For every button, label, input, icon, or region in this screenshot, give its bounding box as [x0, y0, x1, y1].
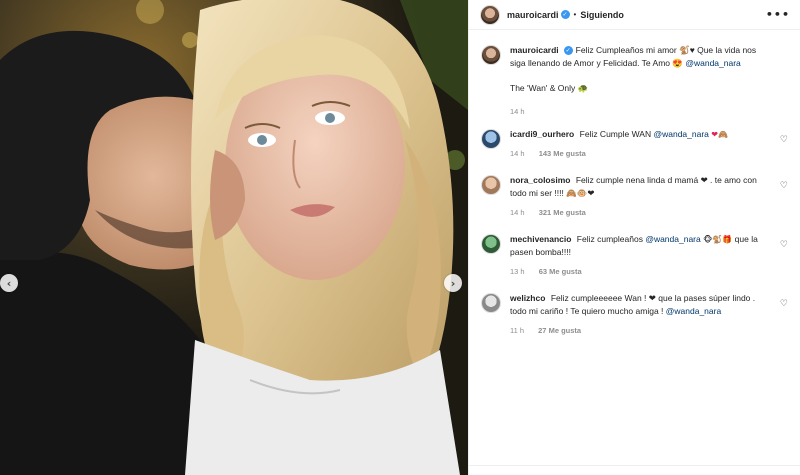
photo-illustration [0, 0, 468, 475]
next-photo-button[interactable]: › [444, 274, 462, 292]
caption: mauroicardi ✓ Feliz Cumpleaños mi amor 🐒♥ … [481, 44, 788, 118]
comment-text: Feliz cumpleaños [576, 234, 643, 244]
previous-photo-button[interactable]: ‹ [0, 274, 18, 292]
mention-link[interactable]: @wanda_nara [645, 234, 700, 244]
avatar[interactable] [481, 175, 501, 195]
mention-link[interactable]: @wanda_nara [653, 129, 708, 139]
chevron-right-icon: › [450, 276, 456, 290]
comment-item: mechivenancio Feliz cumpleaños @wanda_na… [481, 233, 788, 278]
comments-list: mauroicardi ✓ Feliz Cumpleaños mi amor 🐒♥ … [469, 30, 800, 337]
comment-time[interactable]: 14 h [510, 149, 525, 158]
comment-username[interactable]: welizhco [510, 293, 545, 303]
like-heart-icon[interactable]: ♡ [780, 240, 788, 250]
like-heart-icon[interactable]: ♡ [780, 299, 788, 309]
comment-likes[interactable]: 321 Me gusta [539, 208, 586, 217]
avatar[interactable] [481, 234, 501, 254]
comment-item: nora_colosimo Feliz cumple nena linda d … [481, 174, 788, 219]
caption-time[interactable]: 14 h [510, 107, 525, 116]
comment-username[interactable]: icardi9_ourhero [510, 129, 574, 139]
avatar[interactable] [480, 4, 500, 25]
comment-emoji: ❤🙈 [711, 130, 728, 139]
like-heart-icon[interactable]: ♡ [780, 135, 788, 145]
comment-likes[interactable]: 27 Me gusta [538, 326, 581, 335]
comment-likes[interactable]: 63 Me gusta [539, 267, 582, 276]
comment-username[interactable]: mechivenancio [510, 234, 571, 244]
avatar[interactable] [481, 293, 501, 313]
verified-icon: ✓ [563, 46, 573, 56]
comment-text: Feliz Cumple WAN [579, 129, 652, 139]
post-header: mauroicardi ✓ • Siguiendo ••• [469, 0, 800, 30]
header-username[interactable]: mauroicardi [507, 10, 559, 20]
like-heart-icon[interactable]: ♡ [780, 181, 788, 191]
mention-link[interactable]: @wanda_nara [666, 306, 721, 316]
chevron-left-icon: ‹ [6, 276, 12, 290]
comment-item: welizhco Feliz cumpleeeeee Wan ! ❤ que l… [481, 292, 788, 337]
comment-likes[interactable]: 143 Me gusta [539, 149, 586, 158]
instagram-post: ‹ › mauroicardi ✓ • Siguiendo ••• mauroi… [0, 0, 800, 475]
comment-item: icardi9_ourhero Feliz Cumple WAN @wanda_… [481, 128, 788, 160]
caption-extra-line: The 'Wan' & Only 🐢 [510, 83, 589, 93]
comment-time[interactable]: 14 h [510, 208, 525, 217]
panel-footer-divider [469, 465, 800, 475]
following-button[interactable]: Siguiendo [580, 10, 624, 20]
avatar[interactable] [481, 45, 501, 65]
caption-username[interactable]: mauroicardi [510, 45, 559, 55]
more-options-icon[interactable]: ••• [766, 8, 790, 21]
comment-time[interactable]: 13 h [510, 267, 525, 276]
post-side-panel: mauroicardi ✓ • Siguiendo ••• mauroicard… [468, 0, 800, 475]
comment-time[interactable]: 11 h [510, 326, 524, 335]
comment-emoji: 🐵🐒🎁 [703, 235, 733, 244]
post-photo[interactable]: ‹ › [0, 0, 468, 475]
comment-username[interactable]: nora_colosimo [510, 175, 570, 185]
mention-link[interactable]: @wanda_nara [685, 58, 740, 68]
avatar[interactable] [481, 129, 501, 149]
separator-dot: • [573, 10, 577, 19]
verified-icon: ✓ [560, 10, 570, 19]
